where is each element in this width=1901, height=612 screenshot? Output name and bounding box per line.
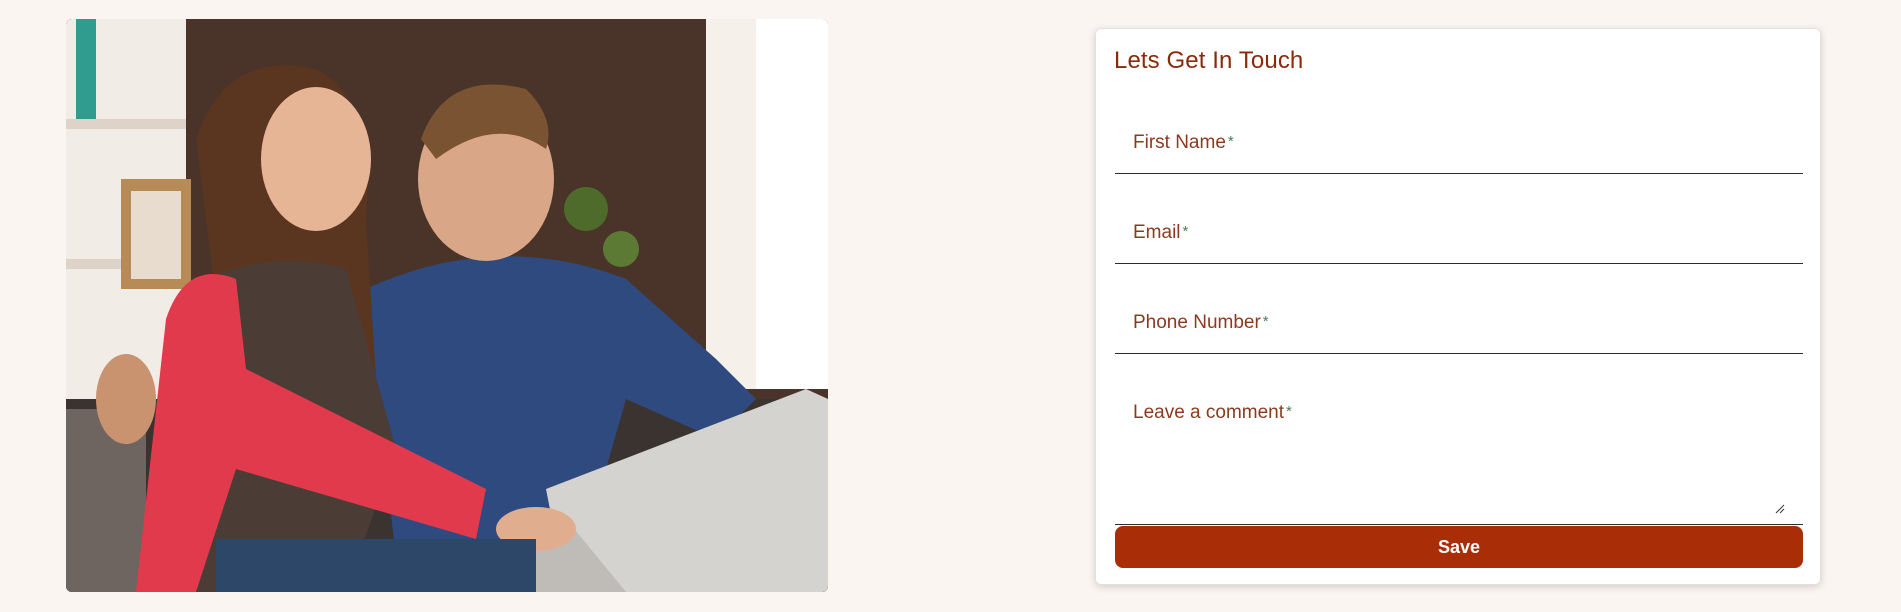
contact-form-card: Lets Get In Touch First Name * Email * Pho… — [1095, 28, 1821, 585]
couple-laptop-illustration — [66, 19, 828, 592]
phone-number-input[interactable] — [1115, 274, 1803, 353]
save-button[interactable]: Save — [1115, 526, 1803, 568]
email-field[interactable]: Email * — [1115, 184, 1803, 264]
resize-grip-icon[interactable] — [1775, 504, 1785, 514]
comment-textarea[interactable] — [1115, 364, 1803, 524]
email-input[interactable] — [1115, 184, 1803, 263]
first-name-field[interactable]: First Name * — [1115, 94, 1803, 174]
form-title: Lets Get In Touch — [1114, 47, 1304, 74]
first-name-input[interactable] — [1115, 94, 1803, 173]
comment-field[interactable]: Leave a comment * — [1115, 364, 1803, 525]
hero-photo — [66, 19, 828, 592]
phone-number-field[interactable]: Phone Number * — [1115, 274, 1803, 354]
